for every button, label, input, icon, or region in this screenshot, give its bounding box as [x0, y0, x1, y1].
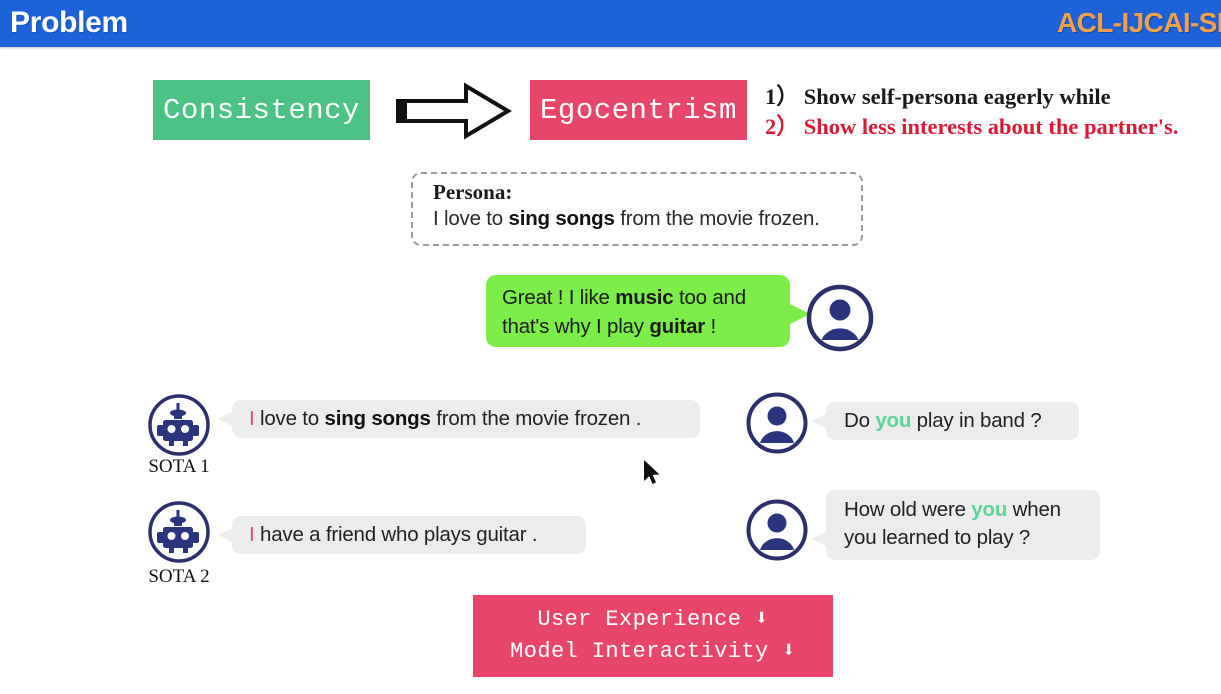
- persona-box: Persona: I love to sing songs from the m…: [411, 172, 863, 246]
- problem-list-item-1-number: 1）: [765, 84, 799, 109]
- consistency-box: Consistency: [153, 80, 370, 140]
- problem-list: 1） Show self-persona eagerly while 2） Show…: [765, 82, 1221, 142]
- user-bubble-l2-part2: !: [705, 315, 717, 338]
- sota1-text-part1: love to: [254, 407, 325, 430]
- person-avatar-icon: [746, 392, 808, 454]
- user-reply1-part1: Do: [844, 409, 876, 432]
- egocentrism-label: Egocentrism: [540, 93, 737, 127]
- user-reply2-line1: How old were you when: [844, 498, 1061, 521]
- sota2-text-part1: have a friend who plays guitar .: [254, 523, 538, 546]
- user-reply1-text: Do you play in band ?: [844, 407, 1042, 435]
- user-chat-bubble-line1: Great ! I like music too and: [502, 283, 776, 312]
- problem-list-item-1-text: Show self-persona eagerly while: [803, 84, 1111, 109]
- problem-list-item-2-text: Show less interests about the partner's.: [803, 114, 1179, 139]
- robot-avatar-icon: [148, 501, 210, 563]
- person-avatar-icon: [806, 284, 874, 352]
- user-reply1-chat-bubble: Do you play in band ?: [826, 402, 1079, 440]
- user-reply1-highlight: you: [875, 409, 912, 432]
- persona-heading: Persona:: [433, 180, 513, 204]
- right-arrow-outline-icon: [396, 82, 512, 140]
- problem-list-item-2: 2） Show less interests about the partner'…: [765, 112, 1221, 142]
- egocentrism-box: Egocentrism: [530, 80, 747, 140]
- user-bubble-l1-bold: music: [615, 286, 674, 309]
- conference-branding-label: ACL-IJCAI-SI: [1056, 7, 1221, 38]
- persona-text-bold: sing songs: [508, 207, 615, 230]
- user-reply2-l1-part2: when: [1007, 498, 1061, 521]
- user-chat-bubble-line2: that's why I play guitar !: [502, 312, 776, 341]
- person-avatar-icon: [746, 499, 808, 561]
- consistency-label: Consistency: [163, 93, 360, 127]
- conclusion-box: User Experience ⬇ Model Interactivity ⬇: [473, 595, 833, 677]
- user-reply2-text: How old were you when you learned to pla…: [844, 496, 1061, 552]
- sota2-chat-bubble: I have a friend who plays guitar .: [232, 516, 586, 554]
- user-bubble-l1-part1: Great ! I like: [502, 286, 616, 309]
- page-title: Problem: [10, 6, 128, 39]
- user-bubble-l2-part1: that's why I play: [502, 315, 650, 338]
- mouse-pointer-icon: [644, 460, 660, 484]
- sota2-bubble-text: I have a friend who plays guitar .: [249, 521, 538, 549]
- conclusion-line-1: User Experience ⬇: [537, 607, 769, 632]
- sota1-text-part2: from the movie frozen .: [430, 407, 642, 430]
- problem-list-item-1: 1） Show self-persona eagerly while: [765, 82, 1221, 112]
- sota1-label: SOTA 1: [148, 456, 210, 477]
- header-bar: Problem ACL-IJCAI-SI: [0, 0, 1221, 47]
- user-chat-bubble: Great ! I like music too and that's why …: [486, 275, 790, 347]
- user-reply2-chat-bubble: How old were you when you learned to pla…: [826, 490, 1100, 560]
- robot-avatar-icon: [148, 394, 210, 456]
- persona-text: I love to sing songs from the movie froz…: [433, 205, 845, 233]
- sota1-chat-bubble: I love to sing songs from the movie froz…: [232, 400, 700, 438]
- user-reply1-part2: play in band ?: [911, 409, 1042, 432]
- user-reply2-highlight: you: [971, 498, 1008, 521]
- user-reply2-line2: you learned to play ?: [844, 526, 1031, 549]
- user-bubble-l1-part2: too and: [673, 286, 746, 309]
- persona-text-part1: I love to: [433, 207, 509, 230]
- conclusion-line-2: Model Interactivity ⬇: [510, 639, 796, 664]
- sota1-text-bold: sing songs: [324, 407, 431, 430]
- user-reply2-l1-part1: How old were: [844, 498, 972, 521]
- problem-list-item-2-number: 2）: [765, 114, 799, 139]
- sota2-label: SOTA 2: [148, 566, 210, 587]
- user-bubble-l2-bold: guitar: [649, 315, 706, 338]
- persona-text-part2: from the movie frozen.: [614, 207, 820, 230]
- sota1-bubble-text: I love to sing songs from the movie froz…: [249, 405, 641, 433]
